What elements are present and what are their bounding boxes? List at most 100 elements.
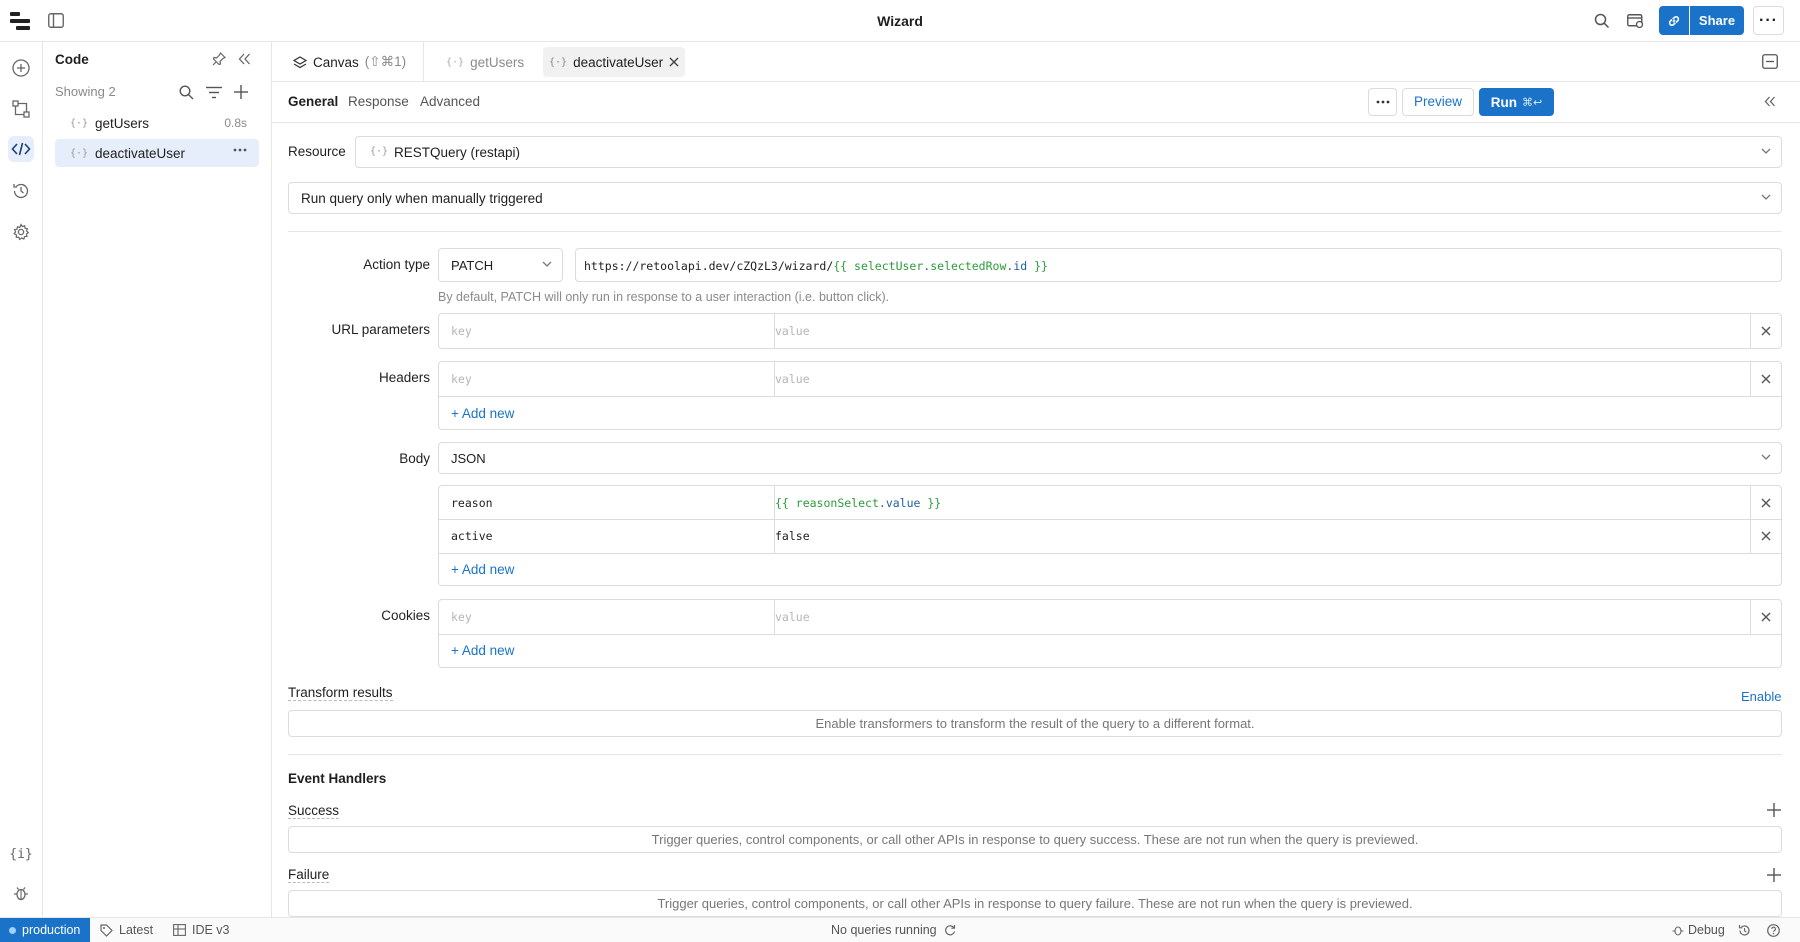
headers-label: Headers [378, 370, 430, 385]
preview-button[interactable]: Preview [1402, 88, 1474, 116]
key-input[interactable]: key [451, 610, 472, 624]
query-subtabs: General Response Advanced Preview Run ⌘↩ [272, 82, 1800, 123]
close-icon[interactable] [1757, 528, 1775, 544]
preview-app-icon[interactable] [1627, 13, 1644, 29]
braces-icon[interactable]: {i} [8, 841, 34, 867]
link-icon [1667, 14, 1681, 28]
key-input[interactable]: key [451, 324, 472, 338]
list-item[interactable]: {·} getUsers 0.8s [55, 109, 259, 137]
resource-select[interactable]: {·} RESTQuery (restapi) [355, 136, 1782, 168]
panel-icon[interactable] [1762, 54, 1778, 69]
gear-icon[interactable] [8, 219, 34, 245]
tab-deactivateuser[interactable]: {·} deactivateUser [543, 47, 686, 77]
list-item-label: deactivateUser [95, 145, 186, 161]
share-button[interactable]: Share [1690, 6, 1744, 35]
version-label: Latest [119, 923, 154, 937]
queries-status-label: No queries running [831, 923, 937, 937]
tab-response[interactable]: Response [348, 94, 409, 109]
value-input[interactable]: value [775, 324, 810, 338]
close-icon[interactable] [1757, 371, 1775, 387]
add-header-button[interactable]: + Add new [451, 406, 514, 421]
table-row: key value [439, 314, 1781, 348]
collapse-icon[interactable] [238, 53, 251, 65]
body-label: Body [399, 451, 430, 466]
list-item[interactable]: {·} deactivateUser [55, 139, 259, 167]
method-select[interactable]: PATCH [438, 248, 563, 282]
run-button[interactable]: Run ⌘↩ [1479, 88, 1554, 116]
run-label: Run [1490, 94, 1518, 110]
success-label: Success [288, 803, 340, 819]
add-success-handler-icon[interactable] [1767, 803, 1781, 817]
close-icon[interactable] [1757, 495, 1775, 511]
key-input[interactable]: reason [451, 496, 493, 510]
url-input[interactable]: https://retoolapi.dev/cZQzL3/wizard/{{ s… [575, 248, 1782, 282]
add-failure-handler-icon[interactable] [1767, 868, 1781, 882]
ide-version-label: IDE v3 [192, 923, 230, 937]
filter-icon[interactable] [206, 86, 222, 99]
ide-version-button[interactable]: IDE v3 [173, 923, 230, 937]
more-menu-button[interactable]: ··· [1753, 6, 1784, 35]
value-input[interactable]: {{ reasonSelect.value }} [775, 496, 941, 510]
refresh-icon[interactable] [944, 924, 956, 936]
tab-getusers[interactable]: {·} getUsers [446, 42, 524, 82]
close-icon[interactable] [1757, 609, 1775, 625]
value-input[interactable]: false [775, 529, 810, 543]
query-more-button[interactable] [1368, 88, 1397, 116]
layers-icon [293, 55, 307, 69]
divider [288, 754, 1782, 755]
more-icon[interactable] [233, 148, 247, 152]
trigger-select[interactable]: Run query only when manually triggered [288, 182, 1782, 214]
add-body-button[interactable]: + Add new [451, 562, 514, 577]
trigger-value: Run query only when manually triggered [301, 191, 543, 206]
queries-status: No queries running [831, 923, 956, 937]
code-sidebar: Code Showing 2 {·} getUsers 0.8s {·} dea… [43, 42, 272, 917]
table-row: key value [439, 600, 1781, 634]
search-icon[interactable] [179, 85, 194, 100]
tab-canvas[interactable]: Canvas (⇧⌘1) [293, 42, 406, 82]
key-input[interactable]: active [451, 529, 493, 543]
transform-placeholder[interactable]: Enable transformers to transform the res… [288, 710, 1782, 737]
close-icon[interactable] [669, 57, 679, 67]
close-icon[interactable] [1757, 323, 1775, 339]
version-button[interactable]: Latest [100, 923, 153, 937]
success-handlers-placeholder[interactable]: Trigger queries, control components, or … [288, 826, 1782, 853]
search-icon[interactable] [1594, 13, 1610, 29]
debug-button[interactable]: Debug [1672, 923, 1725, 937]
sidebar-toggle-icon[interactable] [48, 13, 64, 28]
env-dot-icon [9, 926, 16, 934]
headers-table: key value + Add new [438, 361, 1782, 430]
url-params-table: key value [438, 313, 1782, 349]
left-rail: {i} [0, 42, 43, 917]
body-type-select[interactable]: JSON [438, 442, 1782, 474]
undo-icon[interactable] [1738, 924, 1751, 937]
query-icon: {·} [69, 117, 89, 129]
value-input[interactable]: value [775, 610, 810, 624]
url-prefix: https://retoolapi.dev/cZQzL3/wizard/ [584, 259, 834, 273]
more-icon: ··· [1759, 11, 1778, 29]
collapse-icon[interactable] [1764, 96, 1776, 107]
tree-icon[interactable] [8, 96, 34, 122]
help-icon[interactable] [1767, 924, 1780, 937]
add-icon[interactable] [8, 55, 34, 81]
environment-badge[interactable]: production [0, 918, 90, 942]
bug-icon[interactable] [8, 880, 34, 906]
key-input[interactable]: key [451, 372, 472, 386]
history-icon[interactable] [8, 178, 34, 204]
retool-logo-icon[interactable] [10, 12, 32, 30]
code-icon[interactable] [8, 136, 34, 162]
tab-advanced[interactable]: Advanced [420, 94, 480, 109]
table-row: key value [439, 362, 1781, 396]
failure-handlers-placeholder[interactable]: Trigger queries, control components, or … [288, 890, 1782, 917]
transform-label: Transform results [288, 685, 393, 701]
tab-general[interactable]: General [288, 94, 338, 109]
enable-transform-button[interactable]: Enable [1741, 689, 1781, 704]
add-query-icon[interactable] [234, 85, 248, 99]
event-handlers-title: Event Handlers [288, 771, 387, 786]
debug-label: Debug [1688, 923, 1725, 937]
status-bar: production Latest IDE v3 No queries runn… [0, 917, 1800, 942]
value-input[interactable]: value [775, 372, 810, 386]
pin-icon[interactable] [212, 52, 226, 66]
add-cookie-button[interactable]: + Add new [451, 643, 514, 658]
divider [288, 231, 1782, 232]
link-button[interactable] [1659, 6, 1689, 35]
